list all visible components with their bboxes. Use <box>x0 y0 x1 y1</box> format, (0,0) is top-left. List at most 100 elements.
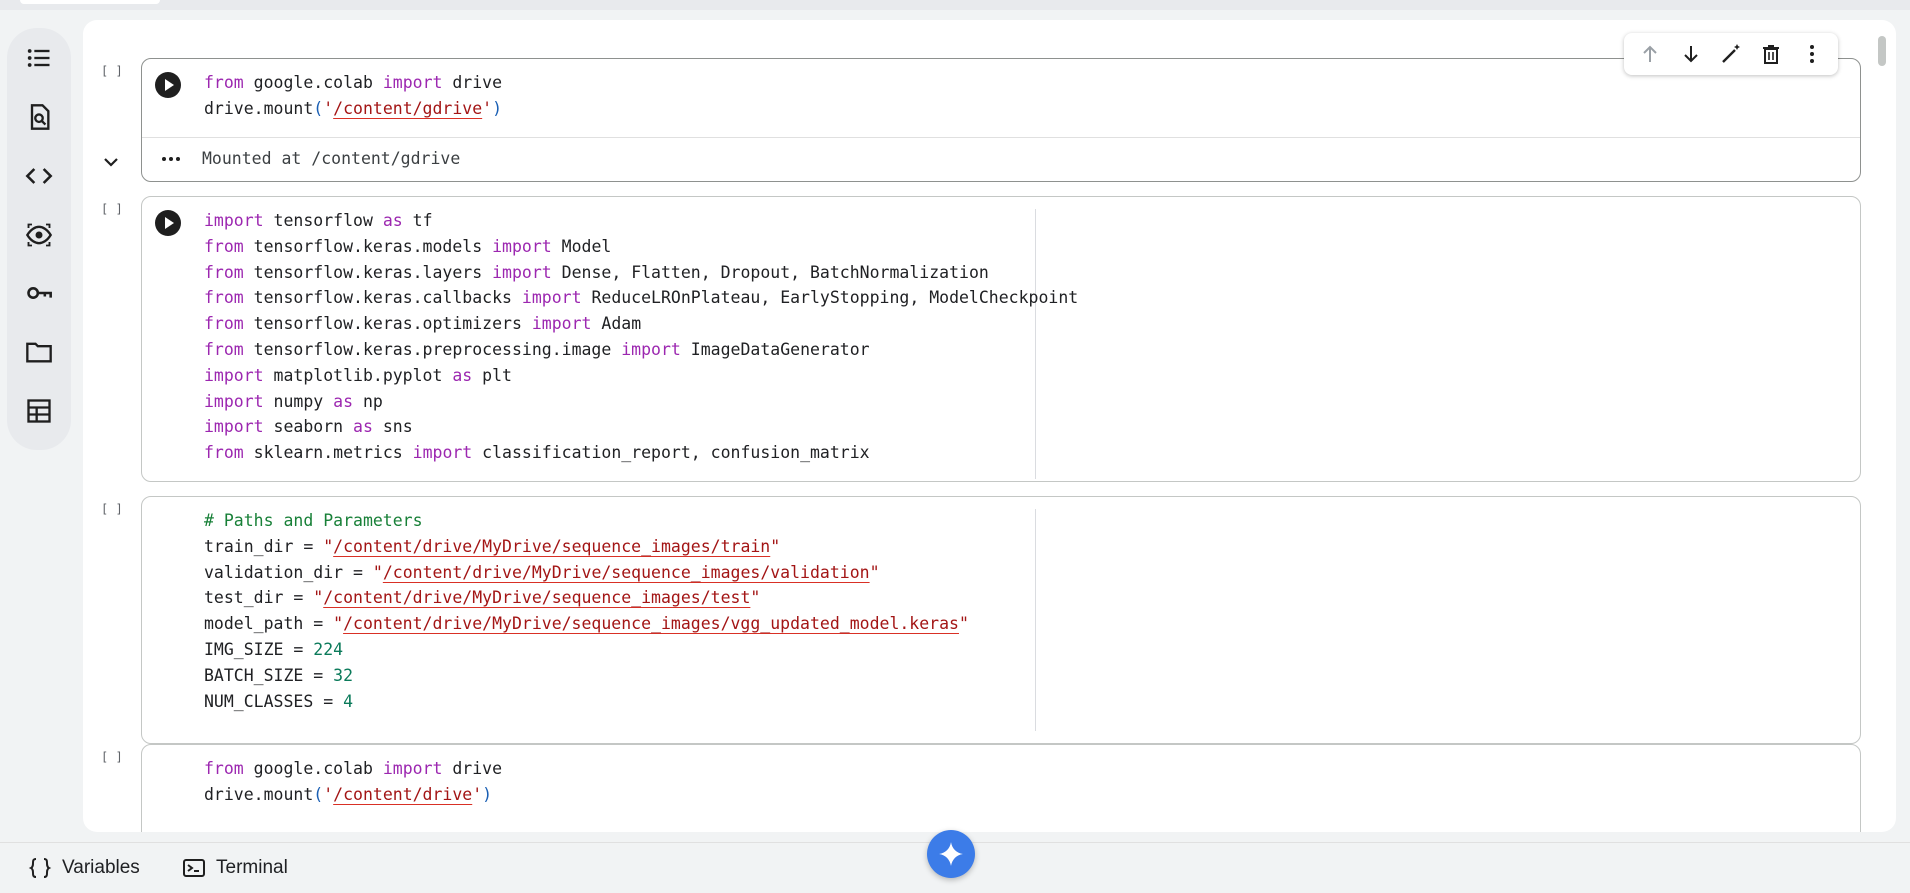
move-cell-down-button[interactable] <box>1676 39 1706 69</box>
paren-token: ) <box>482 784 493 804</box>
num-token: 32 <box>333 665 354 685</box>
kw-token: import <box>382 759 443 778</box>
notebook-panel: [ ] from google.colab import drive drive.… <box>83 20 1896 832</box>
str-token: " <box>372 562 383 582</box>
files-button[interactable] <box>19 332 59 372</box>
cell-3-code[interactable]: # Paths and Parameters train_dir = "/cont… <box>204 508 969 714</box>
run-cell-icon[interactable] <box>154 209 182 237</box>
code-cell-4[interactable]: from google.colab import drive drive.moun… <box>141 744 1861 832</box>
string-path-token[interactable]: /content/drive/MyDrive/sequence_images/t… <box>323 588 750 607</box>
kw-token: import <box>621 339 681 359</box>
visibility-icon <box>25 223 53 246</box>
edit-cell-button[interactable] <box>1716 39 1746 69</box>
plain-token: BATCH_SIZE = <box>204 665 334 685</box>
run-cell-icon[interactable] <box>154 71 182 99</box>
variables-label: Variables <box>62 857 140 878</box>
code-snippets-button[interactable] <box>19 156 59 196</box>
code-line: import tensorflow as tf <box>204 208 1078 234</box>
kw-token: import <box>204 365 264 385</box>
string-token: /content/gdrive <box>333 99 482 118</box>
code-line: from tensorflow.keras.callbacks import R… <box>204 285 1078 311</box>
kw-token: import <box>492 236 552 256</box>
kw-token: from <box>204 262 244 282</box>
collapse-output-chevron-icon[interactable] <box>99 150 123 174</box>
plain-token: ReduceLROnPlateau, EarlyStopping, ModelC… <box>581 288 1079 308</box>
string-path-token[interactable]: /content/drive/MyDrive/sequence_images/t… <box>333 537 770 556</box>
code-line: from google.colab import drive <box>204 70 502 96</box>
code-cell-1[interactable]: from google.colab import drive drive.moun… <box>141 58 1861 182</box>
variables-button[interactable]: Variables <box>28 855 140 881</box>
plain-token: tf <box>402 211 433 230</box>
plain-token: validation_dir = <box>204 562 373 582</box>
cell-4-code[interactable]: from google.colab import drive drive.moun… <box>204 756 502 808</box>
secrets-key-icon <box>27 287 52 300</box>
cell-2-code[interactable]: import tensorflow as tf from tensorflow.k… <box>204 208 1078 466</box>
str-token: " <box>750 588 761 608</box>
data-table-button[interactable] <box>19 391 59 431</box>
str-token: " <box>313 588 324 608</box>
code-line: validation_dir = "/content/drive/MyDrive… <box>204 560 969 586</box>
paren-token: ) <box>492 98 503 118</box>
cell-1-code[interactable]: from google.colab import drive drive.moun… <box>204 70 502 122</box>
string-path-token[interactable]: /content/gdrive <box>333 99 482 118</box>
plain-token: tensorflow.keras.optimizers <box>243 314 532 334</box>
code-line: test_dir = "/content/drive/MyDrive/seque… <box>204 585 969 611</box>
gemini-button[interactable] <box>927 830 975 878</box>
kw-token: from <box>204 314 244 334</box>
code-line: from tensorflow.keras.preprocessing.imag… <box>204 337 1078 363</box>
plain-token: tensorflow.keras.models <box>243 236 493 256</box>
str-token: ' <box>472 784 483 804</box>
kw-token: as <box>382 211 403 230</box>
kw-token: from <box>204 236 244 256</box>
kw-token: import <box>521 288 582 308</box>
str-token: " <box>333 614 344 634</box>
secrets-button[interactable] <box>19 273 59 313</box>
scrollbar-thumb[interactable] <box>1878 36 1886 66</box>
plain-token: tensorflow.keras.callbacks <box>243 288 522 308</box>
paren-token: ( <box>313 784 324 804</box>
plain-token: google.colab <box>243 73 383 92</box>
str-token: ' <box>323 98 334 118</box>
kw-token: as <box>452 365 473 385</box>
visibility-button[interactable] <box>19 215 59 255</box>
edit-magic-icon <box>1722 44 1740 63</box>
code-line: train_dir = "/content/drive/MyDrive/sequ… <box>204 534 969 560</box>
table-of-contents-icon <box>27 49 50 67</box>
variables-braces-icon <box>28 858 52 878</box>
plain-token: numpy <box>263 391 334 411</box>
kw-token: from <box>204 759 244 778</box>
code-line: drive.mount('/content/drive') <box>204 782 502 808</box>
folder-icon <box>26 342 52 363</box>
output-actions-icon[interactable] <box>158 149 184 169</box>
plain-token: plt <box>472 365 512 385</box>
string-path-token[interactable]: /content/drive/MyDrive/sequence_images/v… <box>343 614 959 633</box>
code-cell-3[interactable]: # Paths and Parameters train_dir = "/cont… <box>141 496 1861 744</box>
plain-token: NUM_CLASSES = <box>204 691 344 711</box>
cell-1-exec-count: [ ] <box>101 64 123 78</box>
string-path-token[interactable]: /content/drive/MyDrive/sequence_images/v… <box>383 563 870 582</box>
find-replace-button[interactable] <box>19 97 59 137</box>
code-cell-2[interactable]: import tensorflow as tf from tensorflow.k… <box>141 196 1861 482</box>
plain-token: ImageDataGenerator <box>680 339 870 359</box>
kw-token: as <box>333 391 354 411</box>
cell-1-output: Mounted at /content/gdrive <box>142 137 1860 182</box>
delete-icon <box>1763 45 1780 64</box>
str-token: ' <box>482 98 493 118</box>
terminal-button[interactable]: Terminal <box>182 855 288 881</box>
notebook-scrollbar[interactable] <box>1876 28 1888 818</box>
code-line: from tensorflow.keras.optimizers import … <box>204 311 1078 337</box>
more-cell-options-button[interactable] <box>1797 39 1827 69</box>
plain-token: IMG_SIZE = <box>204 639 314 659</box>
data-table-icon <box>27 399 51 423</box>
move-cell-up-button[interactable] <box>1635 39 1665 69</box>
kw-token: import <box>492 262 552 282</box>
terminal-icon <box>183 859 205 877</box>
table-of-contents-button[interactable] <box>19 38 59 78</box>
delete-cell-button[interactable] <box>1756 39 1786 69</box>
str-token: " <box>958 614 969 634</box>
num-token: 224 <box>313 639 344 659</box>
cell-1-output-text: Mounted at /content/gdrive <box>202 149 461 168</box>
code-line: IMG_SIZE = 224 <box>204 637 969 663</box>
string-path-token[interactable]: /content/drive <box>333 785 472 804</box>
kw-token: from <box>204 339 244 359</box>
